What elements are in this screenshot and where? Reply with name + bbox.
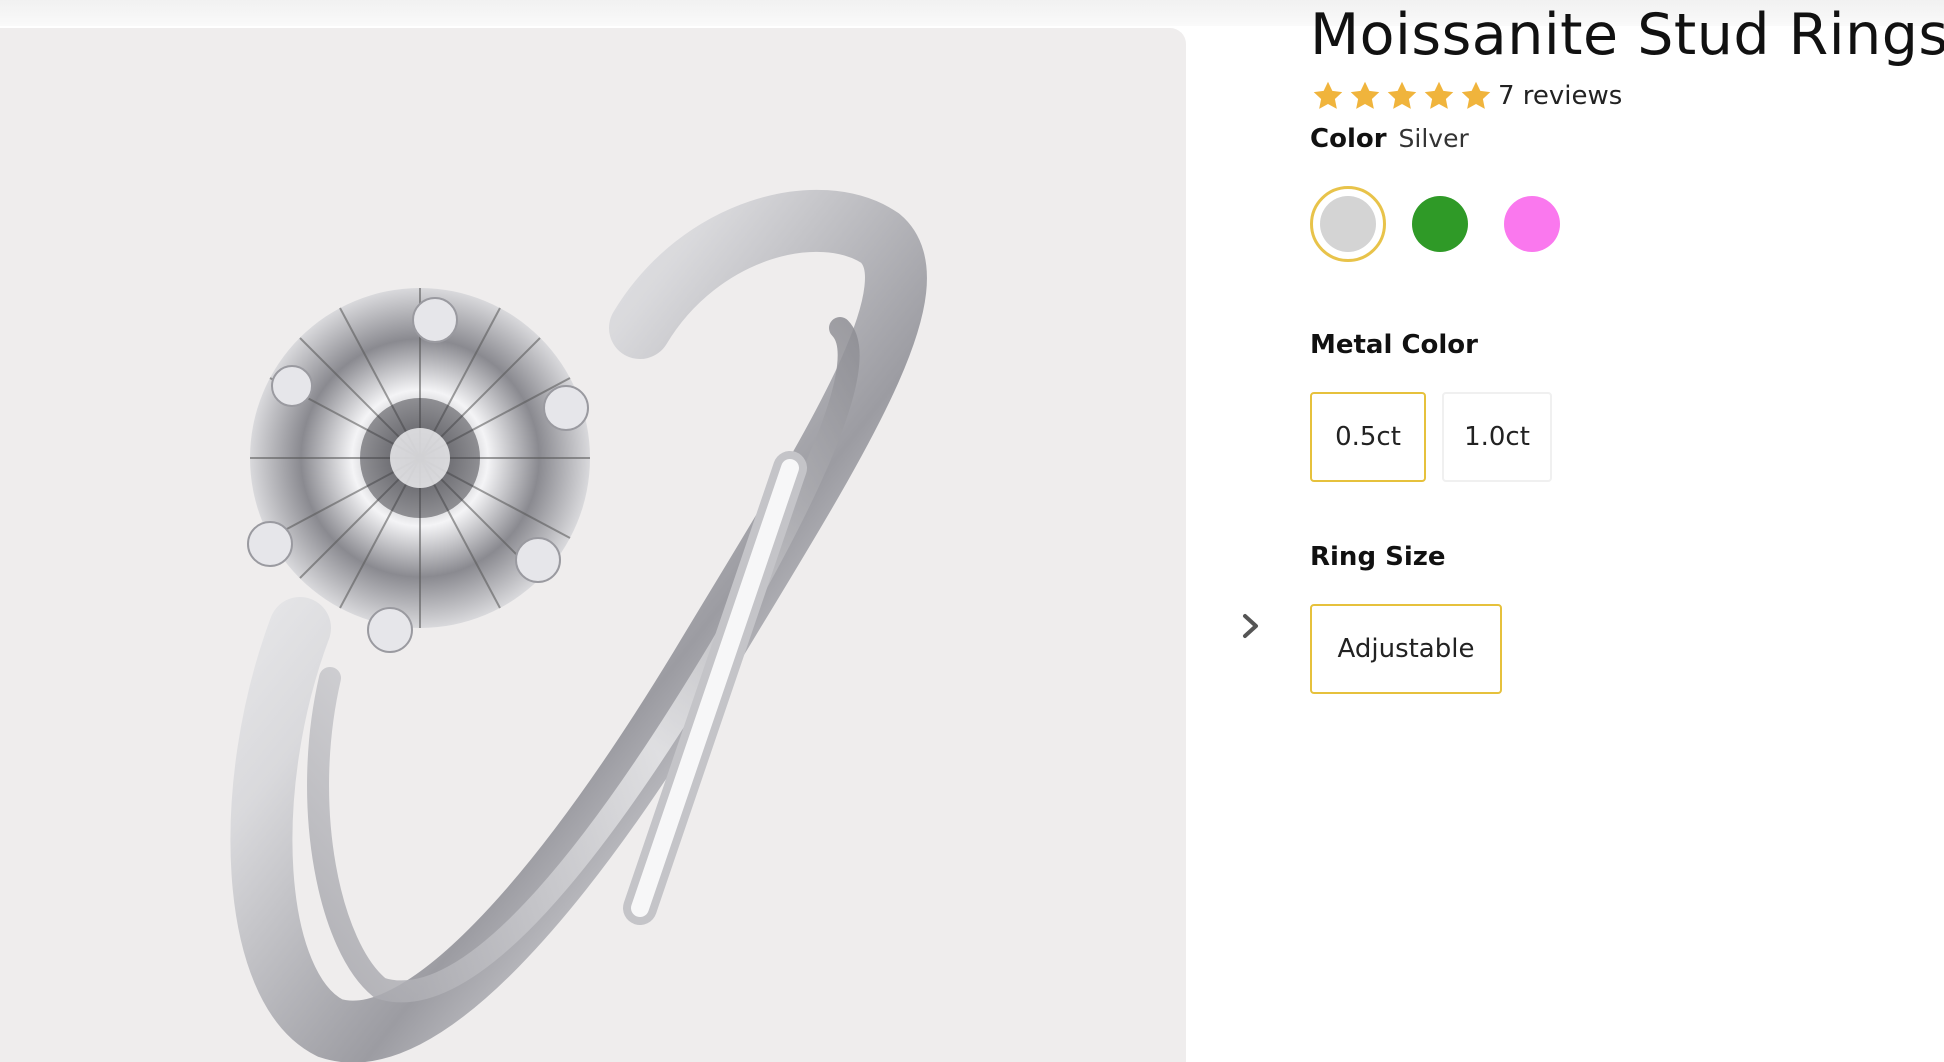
metal-color-label-row: Metal Color — [1310, 330, 1478, 360]
chevron-right-icon — [1243, 614, 1258, 638]
star-icon — [1424, 81, 1454, 109]
ring-size-label-row: Ring Size — [1310, 542, 1446, 572]
ring-size-label: Ring Size — [1310, 542, 1446, 572]
swatch-green[interactable] — [1402, 186, 1478, 262]
star-icon — [1350, 81, 1380, 109]
swatch-pink-fill — [1504, 196, 1560, 252]
gallery-next-button[interactable] — [1236, 606, 1266, 646]
ring-photo — [230, 189, 927, 1062]
metal-color-label: Metal Color — [1310, 330, 1478, 360]
product-image-gallery[interactable] — [0, 28, 1186, 1062]
metal-option-0-5ct[interactable]: 0.5ct — [1310, 392, 1426, 482]
rating-row[interactable]: 7 reviews — [1310, 78, 1622, 114]
star-icon — [1313, 81, 1343, 109]
color-swatches — [1310, 186, 1586, 262]
star-icon — [1461, 81, 1491, 109]
color-label: Color — [1310, 124, 1387, 154]
swatch-silver-fill — [1320, 196, 1376, 252]
ring-size-adjustable[interactable]: Adjustable — [1310, 604, 1502, 694]
product-title: Moissanite Stud Rings — [1310, 2, 1944, 68]
star-icon — [1387, 81, 1417, 109]
metal-option-1-0ct[interactable]: 1.0ct — [1442, 392, 1552, 482]
color-selected-value: Silver — [1398, 124, 1469, 153]
swatch-pink[interactable] — [1494, 186, 1570, 262]
metal-color-options: 0.5ct 1.0ct — [1310, 392, 1552, 482]
reviews-link[interactable]: 7 reviews — [1498, 81, 1622, 111]
swatch-silver[interactable] — [1310, 186, 1386, 262]
ring-size-options: Adjustable — [1310, 604, 1502, 694]
color-label-row: Color Silver — [1310, 124, 1469, 154]
star-rating — [1310, 78, 1494, 114]
swatch-green-fill — [1412, 196, 1468, 252]
